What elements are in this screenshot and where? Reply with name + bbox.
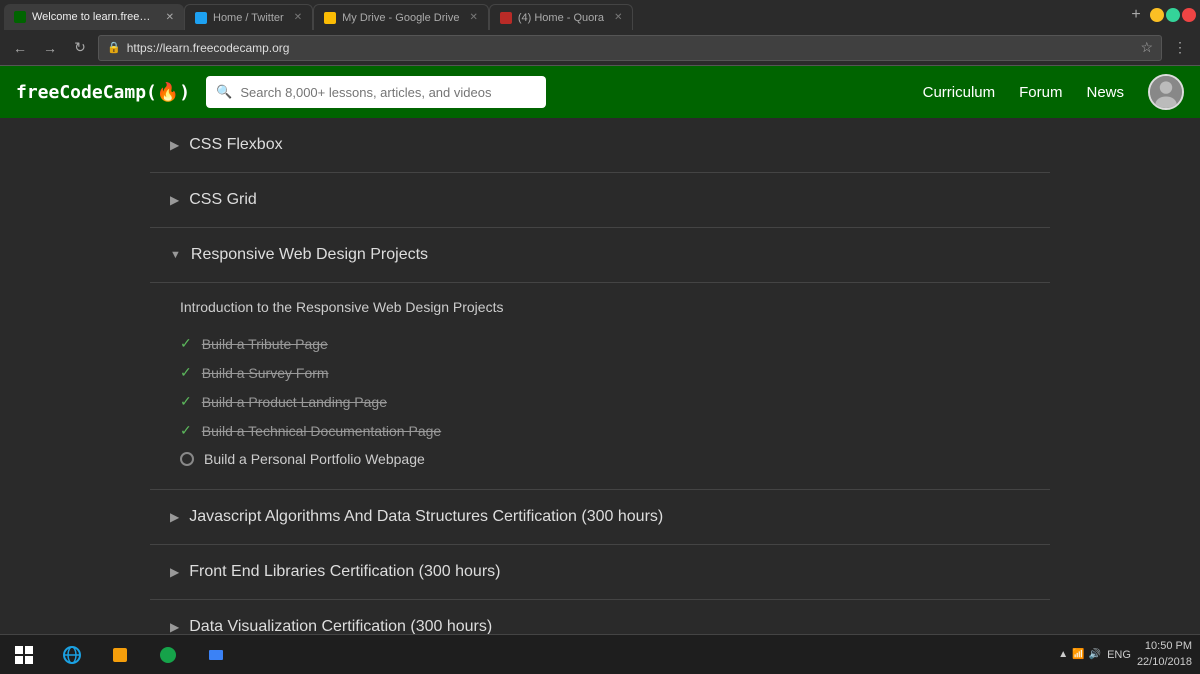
- up-arrow-icon: ▲: [1058, 649, 1068, 660]
- taskbar-lang: ENG: [1107, 649, 1131, 661]
- curriculum-link[interactable]: Curriculum: [923, 84, 996, 101]
- new-tab-button[interactable]: +: [1122, 2, 1150, 28]
- tab-gdrive[interactable]: My Drive - Google Drive ✕: [313, 4, 489, 30]
- project-label-2: Build a Product Landing Page: [202, 394, 387, 410]
- refresh-button[interactable]: ↻: [68, 36, 92, 60]
- section-title-rwd-projects: Responsive Web Design Projects: [191, 246, 428, 264]
- search-bar[interactable]: 🔍: [206, 76, 546, 108]
- taskbar-app2[interactable]: [96, 635, 144, 674]
- news-link[interactable]: News: [1086, 84, 1124, 101]
- url-bar[interactable]: 🔒 https://learn.freecodecamp.org ☆: [98, 35, 1162, 61]
- project-check-icon-2: ✓: [180, 393, 192, 410]
- section-title-css-grid: CSS Grid: [189, 191, 257, 209]
- taskbar-clock: 10:50 PM 22/10/2018: [1137, 639, 1192, 670]
- section-rwd-projects: ▼ Responsive Web Design Projects Introduct…: [150, 228, 1050, 490]
- project-item-0[interactable]: ✓ Build a Tribute Page: [180, 329, 1020, 358]
- back-button[interactable]: ←: [8, 36, 32, 60]
- section-toggle-frontend-libs: ▶: [170, 565, 179, 579]
- tab-close-quora[interactable]: ✕: [614, 12, 622, 23]
- minimize-button[interactable]: [1150, 8, 1164, 22]
- window-controls: [1150, 8, 1200, 22]
- section-title-frontend-libs: Front End Libraries Certification (300 h…: [189, 563, 500, 581]
- lock-icon: 🔒: [107, 41, 121, 54]
- tab-favicon-twitter: [195, 12, 207, 24]
- tab-twitter[interactable]: Home / Twitter ✕: [184, 4, 313, 30]
- project-label-0: Build a Tribute Page: [202, 336, 328, 352]
- project-label-3: Build a Technical Documentation Page: [202, 423, 441, 439]
- curriculum-container: ▶ CSS Flexbox ▶ CSS Grid ▼ Responsive Web Des…: [150, 118, 1050, 634]
- tab-favicon-fcc: [14, 11, 26, 23]
- taskbar: ▲ 📶 🔊 ENG 10:50 PM 22/10/2018: [0, 634, 1200, 674]
- project-item-3[interactable]: ✓ Build a Technical Documentation Page: [180, 416, 1020, 445]
- section-toggle-rwd-projects: ▼: [170, 249, 181, 261]
- tab-close-twitter[interactable]: ✕: [294, 12, 302, 23]
- section-toggle-css-flexbox: ▶: [170, 138, 179, 152]
- maximize-button[interactable]: [1166, 8, 1180, 22]
- browser-window: Welcome to learn.freeCodeCam…✕Home / Twi…: [0, 0, 1200, 634]
- forum-link[interactable]: Forum: [1019, 84, 1062, 101]
- tab-label-quora: (4) Home - Quora: [518, 12, 604, 24]
- tab-close-gdrive[interactable]: ✕: [469, 12, 477, 23]
- section-css-flexbox[interactable]: ▶ CSS Flexbox: [150, 118, 1050, 173]
- section-js-algo[interactable]: ▶ Javascript Algorithms And Data Structur…: [150, 490, 1050, 545]
- section-header-rwd-projects[interactable]: ▼ Responsive Web Design Projects: [150, 228, 1050, 283]
- search-icon: 🔍: [216, 84, 232, 100]
- project-check-icon-3: ✓: [180, 422, 192, 439]
- start-button[interactable]: [0, 635, 48, 674]
- forward-button[interactable]: →: [38, 36, 62, 60]
- browser-actions: ⋮: [1168, 36, 1192, 60]
- tab-label-gdrive: My Drive - Google Drive: [342, 12, 459, 24]
- search-input[interactable]: [240, 85, 536, 100]
- section-title-data-viz: Data Visualization Certification (300 ho…: [189, 618, 492, 634]
- section-toggle-js-algo: ▶: [170, 510, 179, 524]
- tab-favicon-gdrive: [324, 12, 336, 24]
- tab-label-fcc: Welcome to learn.freeCodeCam…: [32, 11, 156, 23]
- tab-bar: Welcome to learn.freeCodeCam…✕Home / Twi…: [0, 0, 1122, 30]
- section-css-grid[interactable]: ▶ CSS Grid: [150, 173, 1050, 228]
- section-frontend-libs[interactable]: ▶ Front End Libraries Certification (300 …: [150, 545, 1050, 600]
- tab-label-twitter: Home / Twitter: [213, 12, 284, 24]
- volume-icon: 🔊: [1089, 649, 1101, 660]
- tab-quora[interactable]: (4) Home - Quora ✕: [489, 4, 634, 30]
- nav-links: Curriculum Forum News: [923, 74, 1184, 110]
- content-area: ▶ CSS Flexbox ▶ CSS Grid ▼ Responsive Web Des…: [0, 118, 1200, 634]
- tab-fcc[interactable]: Welcome to learn.freeCodeCam… ✕: [4, 4, 184, 30]
- section-body-rwd-projects: Introduction to the Responsive Web Desig…: [150, 283, 1050, 489]
- title-bar: Welcome to learn.freeCodeCam…✕Home / Twi…: [0, 0, 1200, 30]
- section-toggle-data-viz: ▶: [170, 620, 179, 634]
- tab-favicon-quora: [500, 12, 512, 24]
- section-toggle-css-grid: ▶: [170, 193, 179, 207]
- fcc-logo[interactable]: freeCodeCamp(🔥): [16, 82, 190, 103]
- url-text: https://learn.freecodecamp.org: [127, 41, 1135, 55]
- project-item-2[interactable]: ✓ Build a Product Landing Page: [180, 387, 1020, 416]
- project-check-icon-0: ✓: [180, 335, 192, 352]
- close-button[interactable]: [1182, 8, 1196, 22]
- user-avatar[interactable]: [1148, 74, 1184, 110]
- project-item-1[interactable]: ✓ Build a Survey Form: [180, 358, 1020, 387]
- section-data-viz[interactable]: ▶ Data Visualization Certification (300 h…: [150, 600, 1050, 634]
- section-intro-rwd-projects: Introduction to the Responsive Web Desig…: [180, 299, 1020, 315]
- network-icon: 📶: [1072, 649, 1084, 660]
- project-check-icon-1: ✓: [180, 364, 192, 381]
- bookmark-icon[interactable]: ☆: [1140, 39, 1153, 56]
- taskbar-date-value: 22/10/2018: [1137, 655, 1192, 670]
- section-title-css-flexbox: CSS Flexbox: [189, 136, 282, 154]
- taskbar-sys-icons: ▲ 📶 🔊: [1058, 649, 1101, 660]
- taskbar-time-value: 10:50 PM: [1137, 639, 1192, 654]
- fcc-navbar: freeCodeCamp(🔥) 🔍 Curriculum Forum News: [0, 66, 1200, 118]
- project-label-1: Build a Survey Form: [202, 365, 329, 381]
- taskbar-right: ▲ 📶 🔊 ENG 10:50 PM 22/10/2018: [1058, 639, 1200, 670]
- tab-close-fcc[interactable]: ✕: [166, 12, 174, 23]
- project-label-4: Build a Personal Portfolio Webpage: [204, 451, 425, 467]
- project-item-4[interactable]: Build a Personal Portfolio Webpage: [180, 445, 1020, 473]
- taskbar-app4[interactable]: [192, 635, 240, 674]
- taskbar-icons: [48, 635, 240, 674]
- project-circle-4: [180, 452, 194, 466]
- address-bar: ← → ↻ 🔒 https://learn.freecodecamp.org ☆…: [0, 30, 1200, 66]
- taskbar-ie[interactable]: [48, 635, 96, 674]
- extensions-button[interactable]: ⋮: [1168, 36, 1192, 60]
- section-title-js-algo: Javascript Algorithms And Data Structure…: [189, 508, 663, 526]
- taskbar-app3[interactable]: [144, 635, 192, 674]
